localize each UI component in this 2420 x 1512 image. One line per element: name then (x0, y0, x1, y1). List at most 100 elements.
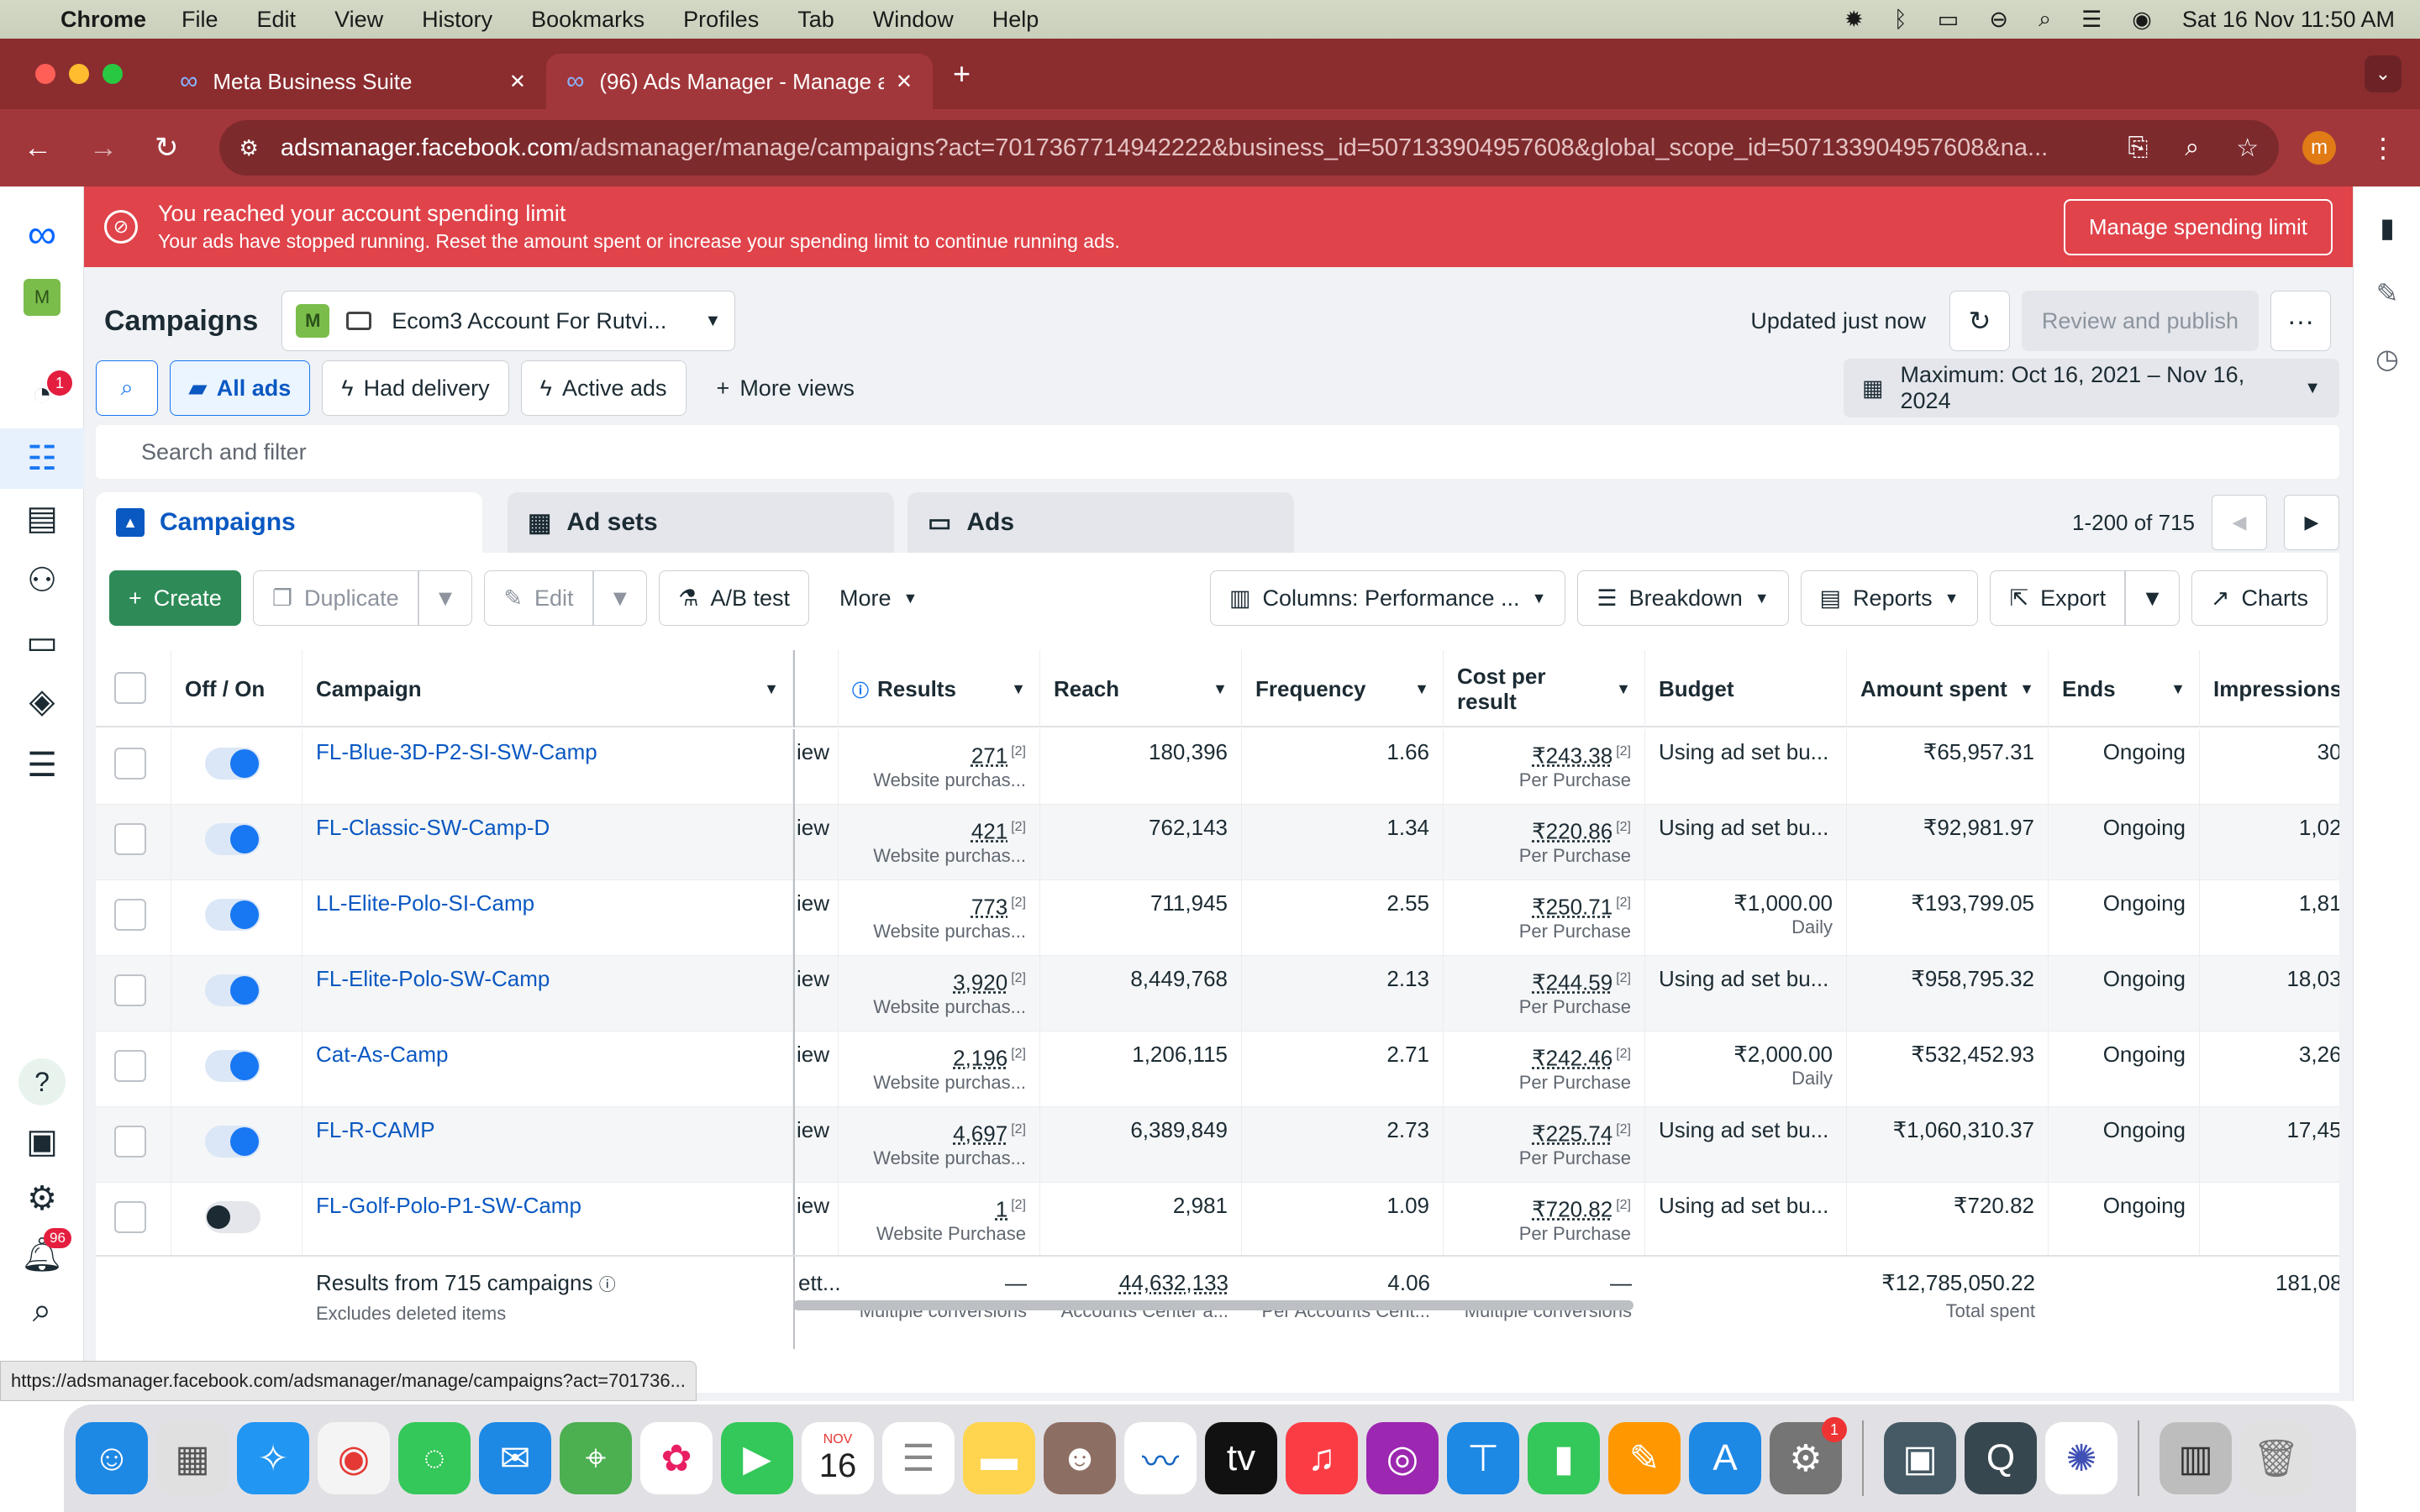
table-row[interactable]: Cat-As-Camp iew 2,196 [2] Website purchas...… (96, 1032, 2339, 1107)
account-avatar[interactable]: M (0, 279, 84, 316)
campaign-toggle[interactable] (205, 1050, 260, 1082)
horizontal-scrollbar[interactable] (793, 1300, 1634, 1310)
close-tab-icon[interactable]: ✕ (509, 70, 526, 94)
menu-edit[interactable]: Edit (257, 7, 297, 33)
spotlight-search-icon[interactable]: ⌕ (2039, 6, 2051, 33)
export-button[interactable]: ⇱ Export (1990, 570, 2126, 626)
campaign-name-link[interactable]: FL-Elite-Polo-SW-Camp (316, 966, 550, 991)
budget-value[interactable]: Using ad set bu... (1659, 1117, 1833, 1142)
search-icon[interactable]: ⌕ (0, 1292, 84, 1330)
campaign-name-link[interactable]: LL-Elite-Polo-SI-Camp (316, 890, 534, 916)
freeform-icon[interactable]: 〰 (1124, 1422, 1197, 1494)
messages-icon[interactable]: ◌ (398, 1422, 471, 1494)
campaign-name-link[interactable]: Cat-As-Camp (316, 1042, 448, 1067)
budget-value[interactable]: Using ad set bu... (1659, 966, 1833, 991)
edit-pencil-icon[interactable]: ✎ (2354, 277, 2420, 309)
billing-card-icon[interactable]: ▭ (0, 623, 84, 662)
all-tools-menu-icon[interactable]: ☰ (0, 746, 84, 785)
campaign-name-link[interactable]: FL-R-CAMP (316, 1117, 435, 1142)
budget-value[interactable]: Using ad set bu... (1659, 1193, 1833, 1218)
header-impressions[interactable]: Impressions (2200, 650, 2339, 727)
preview-icon[interactable]: ▣ (1884, 1422, 1956, 1494)
tab-campaigns[interactable]: ▲ Campaigns (96, 492, 482, 553)
report-icon[interactable]: ▣ (0, 1122, 84, 1161)
table-row[interactable]: FL-Blue-3D-P2-SI-SW-Camp iew 271 [2] Website… (96, 729, 2339, 805)
table-row[interactable]: FL-R-CAMP iew 4,697 [2] Website purchas... 6,… (96, 1107, 2339, 1183)
notes-icon[interactable]: ▬ (963, 1422, 1035, 1494)
more-options-button[interactable]: ··· (2270, 291, 2331, 351)
menu-profiles[interactable]: Profiles (683, 7, 759, 33)
reload-icon[interactable]: ↻ (155, 131, 179, 165)
facetime-icon[interactable]: ▶ (721, 1422, 793, 1494)
account-selector[interactable]: M Ecom3 Account For Rutvi... ▼ (281, 291, 736, 351)
downloads-stack-icon[interactable]: ▥ (2160, 1422, 2232, 1494)
chrome-menu-icon[interactable]: ⋮ (2370, 132, 2396, 164)
cost-value[interactable]: ₹242.46 (1532, 1046, 1612, 1071)
header-off-on[interactable]: Off / On (171, 650, 302, 727)
menubar-clock[interactable]: Sat 16 Nov 11:50 AM (2182, 7, 2395, 33)
header-results[interactable]: ⓘ Results ▼ (839, 650, 1040, 727)
menu-tab[interactable]: Tab (797, 7, 834, 33)
meta-logo-icon[interactable]: ∞ (0, 212, 84, 258)
cost-value[interactable]: ₹720.82 (1532, 1197, 1612, 1222)
music-icon[interactable]: ♫ (1286, 1422, 1358, 1494)
chrome-icon[interactable]: ◉ (318, 1422, 390, 1494)
campaign-toggle[interactable] (205, 1126, 260, 1158)
campaign-toggle[interactable] (205, 899, 260, 931)
cost-value[interactable]: ₹225.74 (1532, 1121, 1612, 1147)
reports-button[interactable]: ▤ Reports ▼ (1800, 570, 1979, 626)
results-value[interactable]: 271 (971, 743, 1007, 769)
results-value[interactable]: 421 (971, 819, 1007, 844)
safari-icon[interactable]: ✧ (237, 1422, 309, 1494)
keynote-icon[interactable]: ⊤ (1447, 1422, 1519, 1494)
launchpad-icon[interactable]: ▦ (156, 1422, 229, 1494)
results-value[interactable]: 773 (971, 895, 1007, 920)
header-amount-spent[interactable]: Amount spent ▼ (1847, 650, 2049, 727)
header-ends[interactable]: Ends ▼ (2049, 650, 2200, 727)
budget-value[interactable]: Using ad set bu... (1659, 739, 1833, 764)
active-ads-view[interactable]: ϟ Active ads (520, 360, 687, 416)
header-delivery[interactable] (793, 650, 839, 727)
campaign-toggle[interactable] (205, 1201, 260, 1233)
pinwheel-app-icon[interactable]: ✺ (2045, 1422, 2118, 1494)
charts-button[interactable]: ↗ Charts (2191, 570, 2328, 626)
minimize-window-icon[interactable] (69, 64, 89, 84)
row-checkbox[interactable] (114, 1126, 146, 1158)
results-value[interactable]: 4,697 (953, 1121, 1007, 1147)
apple-tv-icon[interactable]: tv (1205, 1422, 1277, 1494)
table-row[interactable]: LL-Elite-Polo-SI-Camp iew 773 [2] Website pu… (96, 880, 2339, 956)
tab-ad-sets[interactable]: ▦ Ad sets (508, 492, 894, 553)
tab-ads[interactable]: ▭ Ads (908, 492, 1294, 553)
numbers-icon[interactable]: ▮ (1528, 1422, 1600, 1494)
cost-value[interactable]: ₹220.86 (1532, 819, 1612, 844)
row-checkbox[interactable] (114, 1201, 146, 1233)
campaign-name-link[interactable]: FL-Classic-SW-Camp-D (316, 815, 550, 840)
ab-test-button[interactable]: ⚗ A/B test (659, 570, 809, 626)
menu-window[interactable]: Window (873, 7, 954, 33)
siri-icon[interactable]: ◉ (2132, 7, 2152, 33)
menu-help[interactable]: Help (992, 7, 1039, 33)
row-checkbox[interactable] (114, 1050, 146, 1082)
close-tab-icon[interactable]: ✕ (896, 70, 913, 94)
row-checkbox[interactable] (114, 748, 146, 780)
campaign-toggle[interactable] (205, 974, 260, 1006)
edit-button[interactable]: ✎ Edit (484, 570, 593, 626)
profile-avatar[interactable]: m (2302, 131, 2336, 165)
row-checkbox[interactable] (114, 899, 146, 931)
campaign-toggle[interactable] (205, 748, 260, 780)
row-checkbox[interactable] (114, 823, 146, 855)
zoom-icon[interactable]: ⌕ (2185, 134, 2199, 163)
finder-icon[interactable]: ☺ (76, 1422, 148, 1494)
menu-app-name[interactable]: Chrome (60, 7, 146, 33)
info-icon[interactable]: ⓘ (599, 1276, 616, 1294)
header-cost-per-result[interactable]: Cost per result ▼ (1444, 650, 1645, 727)
pages-icon[interactable]: ▤ (0, 499, 84, 538)
chart-bars-icon[interactable]: ▮ (2354, 212, 2420, 244)
bluetooth-icon[interactable]: ᛒ (1894, 7, 1907, 33)
contacts-icon[interactable]: ☻ (1044, 1422, 1116, 1494)
help-icon[interactable]: ? (18, 1058, 66, 1105)
link-icon[interactable]: ⊖ (1989, 7, 2008, 33)
audiences-icon[interactable]: ⚇ (0, 561, 84, 600)
results-value[interactable]: 3,920 (953, 970, 1007, 995)
browser-tab-meta-business[interactable]: ∞ Meta Business Suite ✕ (160, 54, 546, 109)
